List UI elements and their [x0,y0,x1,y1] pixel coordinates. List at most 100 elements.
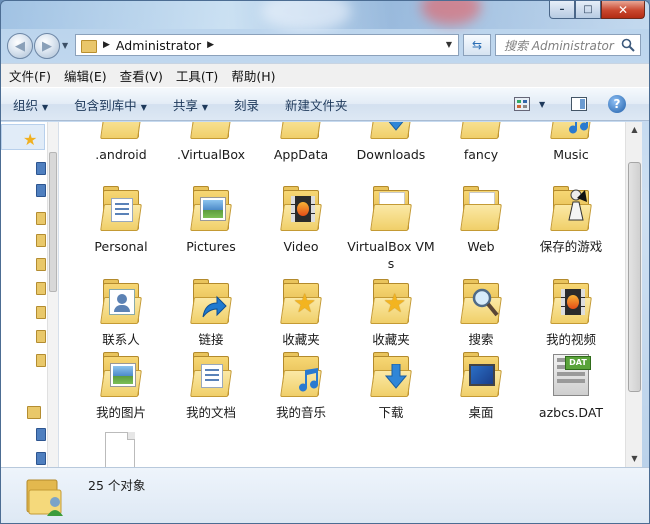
folder-node-icon[interactable] [36,330,46,343]
maximize-button[interactable]: □ [575,1,601,19]
menu-tools[interactable]: 工具(T) [176,66,218,85]
folder-icon [187,277,235,325]
folder-item[interactable]: 我的音乐 [257,350,345,421]
folder-item[interactable]: 搜索 [437,277,525,348]
folder-node-icon[interactable] [36,282,46,295]
desktop-node-icon[interactable] [36,162,46,175]
computer-node-icon[interactable] [36,452,46,465]
forward-button[interactable]: ▶ [34,33,60,59]
chevron-right-icon[interactable]: ▶ [103,40,110,50]
folder-node-icon[interactable] [36,306,46,319]
breadcrumb-administrator[interactable]: Administrator [116,38,201,53]
folder-icon [547,277,595,325]
file-list: .android .VirtualBox AppData Downloads fancy… [59,122,625,467]
item-label: 我的视频 [545,332,596,347]
scrollbar-thumb[interactable] [49,152,57,292]
item-label: 搜索 [468,332,494,347]
folder-item[interactable]: VirtualBox VMs [347,184,435,272]
menu-file[interactable]: 文件(F) [9,66,51,85]
organize-button[interactable]: 组织 ▼ [13,95,48,114]
chevron-down-icon: ▼ [201,102,209,112]
item-label: Personal [94,239,148,254]
explorer-window: – □ ✕ ◀ ▶ ▼ ▶ Administrator ▶ ▼ ⇆ 搜索 Adm… [0,0,650,524]
menu-bar: 文件(F) 编辑(E) 查看(V) 工具(T) 帮助(H) [1,63,649,87]
folder-item[interactable]: 桌面 [437,350,525,421]
close-button[interactable]: ✕ [601,1,645,19]
video-node-icon[interactable] [36,428,46,441]
folder-icon [81,38,97,53]
item-label: 保存的游戏 [539,239,603,254]
arrow-right-icon: ▶ [42,38,52,54]
folder-node-icon[interactable] [36,354,46,367]
folder-item[interactable]: 联系人 [77,277,165,348]
recent-pages-dropdown[interactable]: ▼ [62,41,68,50]
burn-button[interactable]: 刻录 [234,95,259,114]
file-item[interactable] [77,430,165,467]
folder-item[interactable]: AppData [257,122,345,163]
folder-icon [97,350,145,398]
folder-item[interactable]: 我的视频 [527,277,615,348]
preview-pane-icon[interactable] [571,97,587,111]
folder-icon [547,122,595,140]
back-button[interactable]: ◀ [7,33,33,59]
folder-item[interactable]: fancy [437,122,525,163]
address-dropdown-icon[interactable]: ▼ [446,40,452,49]
menu-help[interactable]: 帮助(H) [231,66,275,85]
folder-item[interactable]: 我的图片 [77,350,165,421]
minimize-button[interactable]: – [549,1,575,19]
folder-item[interactable]: .android [77,122,165,163]
folder-item[interactable]: Pictures [167,184,255,255]
folder-node-icon[interactable] [36,258,46,271]
folder-item[interactable]: 下载 [347,350,435,421]
folder-item[interactable]: 我的文档 [167,350,255,421]
chevron-down-icon: ▼ [140,102,147,112]
caption-buttons: – □ ✕ [549,1,645,19]
item-label: Video [283,239,319,254]
folder-icon: ★ [277,277,325,325]
folder-node-icon[interactable] [36,234,46,247]
include-in-library-button[interactable]: 包含到库中 ▼ [74,95,147,114]
folder-item[interactable]: 保存的游戏 [527,184,615,255]
chevron-right-icon[interactable]: ▶ [207,40,214,50]
search-input[interactable]: 搜索 Administrator [504,37,616,54]
user-folder-icon [26,479,63,516]
details-pane: 25 个对象 [1,467,649,523]
scrollbar-thumb[interactable] [628,162,641,392]
folder-item[interactable]: .VirtualBox [167,122,255,163]
change-view-icon[interactable] [514,97,530,111]
folder-icon [547,184,595,232]
content-scrollbar[interactable]: ▲ ▼ [625,122,642,467]
address-bar[interactable]: ▶ Administrator ▶ ▼ [75,34,459,56]
folder-item[interactable]: ★ 收藏夹 [257,277,345,348]
folder-item[interactable]: Video [257,184,345,255]
view-options-dropdown[interactable]: ▼ [539,100,545,109]
favorites-star-icon[interactable]: ★ [23,130,37,149]
item-label: Pictures [186,239,236,254]
scroll-down-arrow[interactable]: ▼ [627,451,642,467]
folder-item[interactable]: 链接 [167,277,255,348]
item-label: Web [467,239,495,254]
dat-badge: DAT [565,356,591,370]
folder-item[interactable]: Web [437,184,525,255]
help-icon[interactable]: ? [608,95,626,113]
search-icon[interactable] [621,38,635,52]
folder-item[interactable]: Downloads [347,122,435,163]
navigation-scrollbar[interactable] [47,122,58,467]
menu-edit[interactable]: 编辑(E) [64,66,107,85]
folder-icon [187,122,235,140]
menu-view[interactable]: 查看(V) [120,66,163,85]
downloads-node-icon[interactable] [36,184,46,197]
share-button[interactable]: 共享 ▼ [173,95,208,114]
folder-icon [277,122,325,140]
folder-icon [277,184,325,232]
library-node-icon[interactable] [27,406,41,419]
search-box[interactable]: 搜索 Administrator [495,34,641,56]
folder-item[interactable]: ★ 收藏夹 [347,277,435,348]
folder-node-icon[interactable] [36,212,46,225]
scroll-up-arrow[interactable]: ▲ [627,122,642,138]
folder-item[interactable]: Personal [77,184,165,255]
file-item[interactable]: DAT azbcs.DAT [527,350,615,421]
refresh-button[interactable]: ⇆ [463,34,491,56]
new-folder-button[interactable]: 新建文件夹 [285,95,348,114]
folder-item[interactable]: Music [527,122,615,163]
